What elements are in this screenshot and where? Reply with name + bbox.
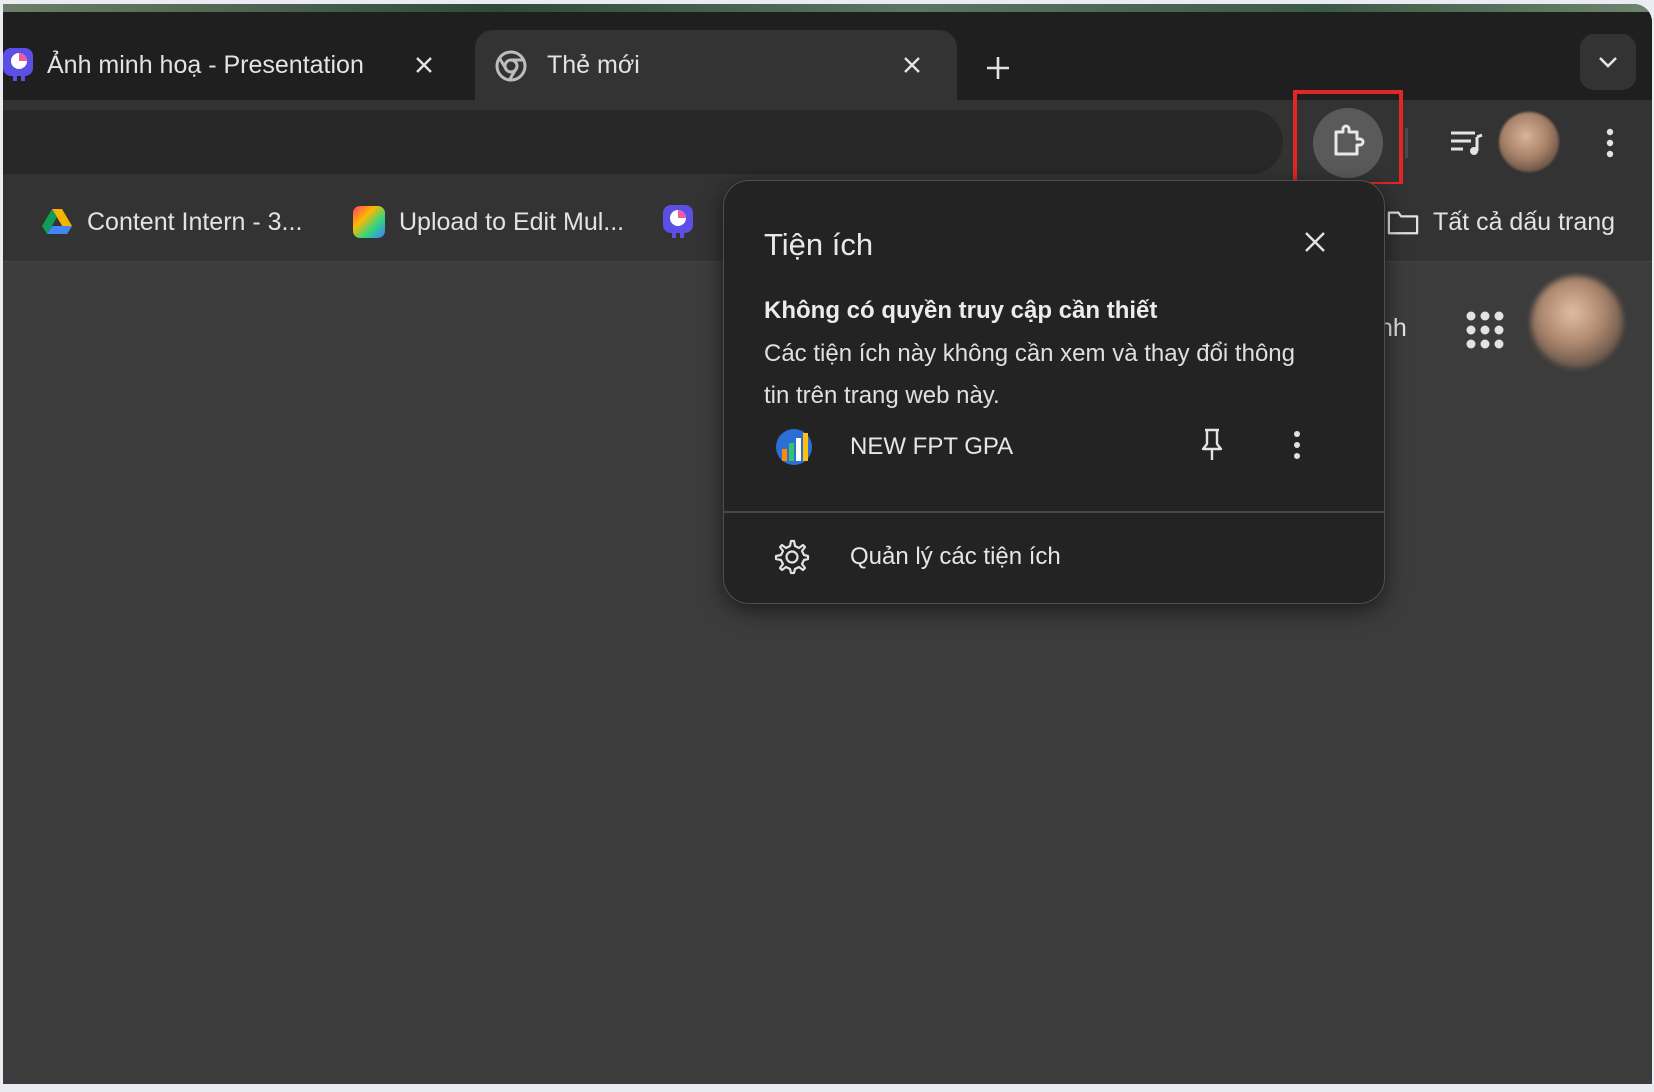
google-drive-icon [41, 206, 73, 238]
bookmark-label: Content Intern - 3... [87, 207, 303, 236]
bookmark-item[interactable]: Upload to Edit Mul... [353, 202, 624, 242]
apps-grid-icon[interactable] [1465, 310, 1505, 350]
presentation-app-icon [3, 46, 35, 82]
pin-icon[interactable] [1192, 425, 1232, 465]
all-bookmarks-label: Tất cả dấu trang [1433, 207, 1616, 236]
chevron-down-icon[interactable] [1580, 34, 1636, 90]
close-icon[interactable] [1298, 225, 1332, 259]
all-bookmarks-button[interactable]: Tất cả dấu trang [1387, 202, 1615, 242]
address-bar[interactable] [3, 110, 1283, 174]
section-description: Các tiện ích này không cần xem và thay đ… [764, 340, 1295, 409]
close-icon[interactable] [407, 48, 441, 82]
folder-icon [1387, 206, 1419, 238]
fpt-gpa-icon [774, 427, 814, 467]
extension-name: NEW FPT GPA [850, 433, 1014, 460]
extension-item[interactable]: NEW FPT GPA [724, 413, 1384, 481]
bookmark-item[interactable] [663, 202, 709, 242]
tab-presentation[interactable]: Ảnh minh hoạ - Presentation [3, 30, 473, 100]
toolbar [3, 90, 1652, 186]
tab-strip: Ảnh minh hoạ - Presentation Thẻ mới [3, 12, 1652, 100]
media-control-icon[interactable] [1443, 120, 1489, 166]
close-icon[interactable] [895, 48, 929, 82]
tab-title: Ảnh minh hoạ - Presentation [47, 50, 364, 79]
toolbar-divider [1405, 128, 1408, 158]
tab-title: Thẻ mới [547, 50, 640, 79]
popup-title: Tiện ích [764, 227, 874, 262]
kebab-menu-icon[interactable] [1595, 120, 1625, 166]
tab-new-tab[interactable]: Thẻ mới [475, 30, 957, 100]
desktop-wallpaper-strip [3, 4, 1652, 12]
chrome-icon [495, 50, 527, 82]
bookmark-item[interactable]: Content Intern - 3... [41, 202, 302, 242]
colorful-app-icon [353, 206, 385, 238]
divider [724, 511, 1384, 513]
bookmark-label: Upload to Edit Mul... [399, 207, 625, 236]
highlight-box [1293, 90, 1403, 186]
manage-extensions-button[interactable]: Quản lý các tiện ích [724, 521, 1384, 591]
plus-icon[interactable] [978, 48, 1018, 88]
avatar[interactable] [1499, 112, 1559, 172]
kebab-menu-icon[interactable] [1282, 425, 1312, 465]
manage-extensions-label: Quản lý các tiện ích [850, 543, 1061, 570]
browser-window: Ảnh minh hoạ - Presentation Thẻ mới Cont… [3, 4, 1652, 1084]
extensions-popup: Tiện ích Không có quyền truy cập cần thi… [723, 180, 1385, 604]
avatar[interactable] [1531, 276, 1623, 368]
presentation-app-icon [663, 205, 695, 238]
gear-icon [774, 539, 810, 575]
section-heading: Không có quyền truy cập cần thiết [764, 297, 1158, 324]
